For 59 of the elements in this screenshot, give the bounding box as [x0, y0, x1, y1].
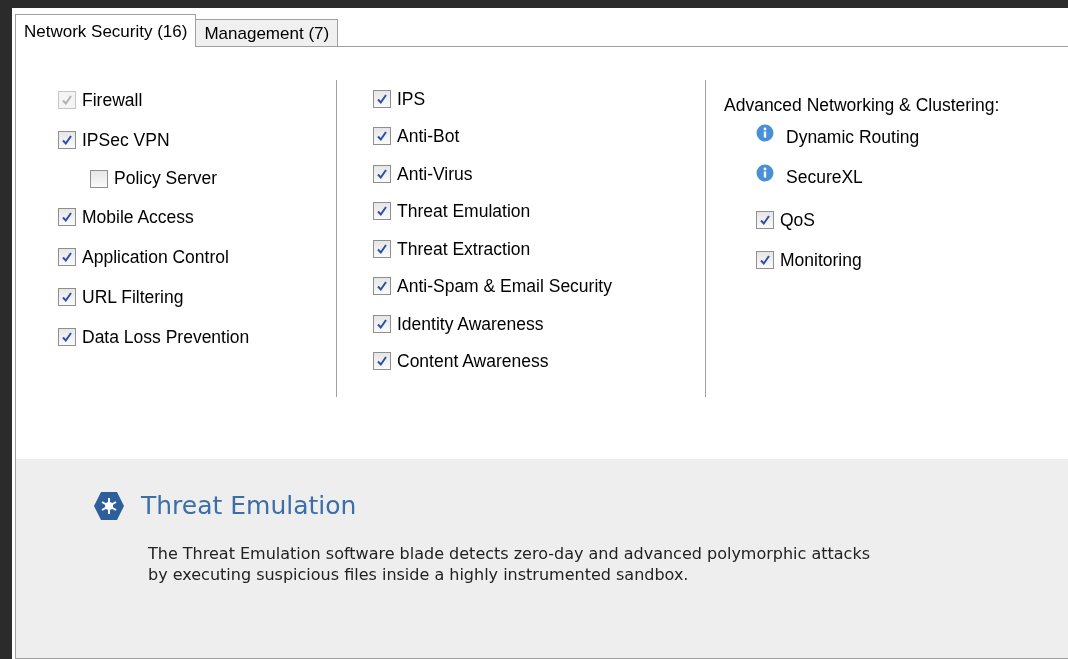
- checkbox[interactable]: [58, 288, 76, 306]
- checkbox-label: Data Loss Prevention: [82, 325, 250, 349]
- checkbox[interactable]: [373, 314, 391, 333]
- checkbox[interactable]: [373, 127, 391, 146]
- checkbox[interactable]: [373, 164, 391, 183]
- checkbox-label: Anti-Bot: [397, 125, 460, 149]
- info-icon: [756, 164, 774, 183]
- checkbox-label: Anti-Spam & Email Security: [397, 275, 612, 299]
- checkbox-label: Content Awareness: [397, 350, 549, 374]
- checkbox-label: Threat Extraction: [397, 237, 531, 261]
- info-icon: [756, 124, 774, 143]
- check-icon: [61, 134, 73, 146]
- checkbox[interactable]: [373, 202, 391, 221]
- check-icon: [376, 242, 388, 255]
- detail-description: The Threat Emulation software blade detects zero-day and advanced polymorphic attacks by executing suspicious files inside a highly instrumented sandbox.: [148, 542, 871, 585]
- check-icon: [376, 130, 388, 143]
- check-icon: [376, 355, 388, 368]
- checkbox[interactable]: [373, 89, 391, 108]
- check-icon: [61, 211, 73, 223]
- check-icon: [376, 167, 388, 180]
- check-icon: [376, 205, 388, 218]
- tab[interactable]: Management (7): [195, 19, 339, 46]
- checkbox-label: Dynamic Routing: [786, 126, 920, 150]
- checkbox-label: URL Filtering: [82, 285, 184, 309]
- check-icon: [376, 280, 388, 293]
- checkbox-label: SecureXL: [786, 166, 863, 190]
- checkbox-label: IPSec VPN: [82, 128, 170, 152]
- check-icon: [376, 92, 388, 105]
- checkbox-label: IPS: [397, 87, 426, 111]
- checkbox-label: Anti-Virus: [397, 162, 473, 186]
- checkbox-label: Monitoring: [780, 249, 862, 273]
- checkbox-label: QoS: [780, 209, 816, 233]
- check-icon: [61, 291, 73, 303]
- checkbox-label: Policy Server: [114, 167, 218, 191]
- checkbox-label: Mobile Access: [82, 205, 194, 229]
- checkbox[interactable]: [373, 239, 391, 258]
- checkbox[interactable]: [756, 211, 774, 230]
- checkbox-label: Threat Emulation: [397, 200, 531, 224]
- tab[interactable]: Network Security (16): [15, 14, 197, 47]
- checkbox[interactable]: [58, 328, 76, 346]
- checkbox[interactable]: [58, 248, 76, 266]
- check-icon: [759, 214, 771, 227]
- check-icon: [61, 251, 73, 263]
- check-icon: [61, 331, 73, 343]
- checkbox[interactable]: [58, 131, 76, 149]
- check-icon: [61, 94, 73, 106]
- detail-title: Threat Emulation: [141, 490, 357, 522]
- checkbox[interactable]: [373, 352, 391, 371]
- checkbox[interactable]: [373, 277, 391, 296]
- checkbox-label: Identity Awareness: [397, 312, 544, 336]
- checkbox-label: Firewall: [82, 88, 143, 112]
- checkbox-label: Application Control: [82, 245, 229, 269]
- check-icon: [759, 254, 771, 267]
- checkbox[interactable]: [58, 208, 76, 226]
- checkbox[interactable]: [756, 251, 774, 270]
- checkbox[interactable]: [90, 169, 108, 188]
- hexagon-icon: [93, 490, 125, 521]
- check-icon: [376, 317, 388, 330]
- group-heading: Advanced Networking & Clustering:: [724, 94, 1000, 117]
